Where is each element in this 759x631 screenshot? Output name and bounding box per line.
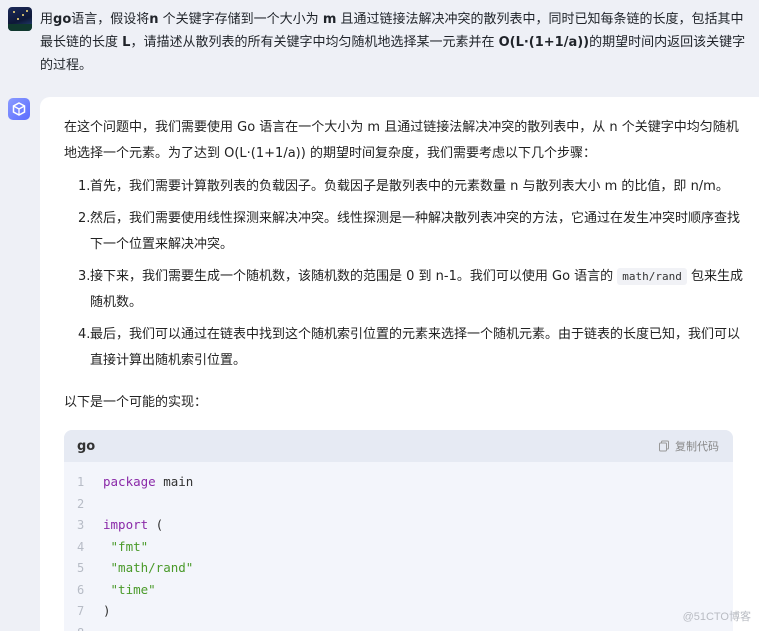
code-keyword: import	[103, 517, 149, 532]
step-number: 3.	[78, 269, 91, 284]
code-string: "fmt"	[103, 538, 149, 554]
star-dot	[22, 14, 24, 16]
step-text: 然后，我们需要使用线性探测来解决冲突。线性探测是一种解决散列表冲突的方法，它通过…	[90, 211, 741, 252]
code-line: 7)	[64, 600, 733, 622]
watermark: @51CTO博客	[682, 611, 751, 623]
step-number: 4.	[78, 327, 91, 342]
line-number: 1	[77, 475, 85, 489]
code-line: 8	[64, 622, 733, 631]
user-message-row: 用go语言，假设将n 个关键字存储到一个大小为 m 且通过链接法解决冲突的散列表…	[0, 0, 759, 92]
line-number: 4	[77, 539, 85, 554]
code-block: go 复制代码 1 package main 2 3 import (4 "fmt" 5 …	[64, 430, 733, 631]
line-number: 5	[77, 561, 85, 575]
code-token: main	[155, 474, 194, 489]
code-line: 4 "fmt"	[64, 536, 733, 558]
step-number: 1.	[78, 179, 91, 194]
step-text: 最后，我们可以通过在链表中找到这个随机索引位置的元素来选择一个随机元素。由于链表…	[90, 327, 741, 368]
list-item: 1. 首先，我们需要计算散列表的负载因子。负载因子是散列表中的元素数量 n 与散…	[64, 174, 744, 200]
implementation-label: 以下是一个可能的实现：	[64, 395, 208, 410]
star-dot	[26, 10, 28, 12]
code-token: (	[148, 517, 164, 532]
code-header: go 复制代码	[64, 430, 733, 462]
user-text-bold: m	[322, 12, 337, 27]
code-string: "math/rand"	[103, 560, 194, 575]
line-number: 7	[77, 604, 85, 618]
code-body[interactable]: 1 package main 2 3 import (4 "fmt" 5 "math/ra…	[64, 462, 733, 631]
cube-logo-icon	[12, 102, 26, 116]
inline-code: math/rand	[617, 268, 687, 285]
step-text: 首先，我们需要计算散列表的负载因子。负载因子是散列表中的元素数量 n 与散列表大…	[90, 179, 729, 194]
copy-icon	[659, 440, 669, 452]
line-number: 6	[77, 582, 85, 597]
code-keyword: package	[103, 474, 156, 489]
code-line: 2	[64, 493, 733, 515]
code-line: 1 package main	[64, 471, 733, 493]
user-text-bold: go	[53, 12, 72, 27]
list-item: 3. 接下来，我们需要生成一个随机数，该随机数的范围是 0 到 n-1。我们可以…	[64, 264, 744, 316]
steps-list: 1. 首先，我们需要计算散列表的负载因子。负载因子是散列表中的元素数量 n 与散…	[64, 174, 744, 380]
list-item: 2. 然后，我们需要使用线性探测来解决冲突。线性探测是一种解决散列表冲突的方法，…	[64, 206, 744, 258]
user-message-text: 用go语言，假设将n 个关键字存储到一个大小为 m 且通过链接法解决冲突的散列表…	[40, 8, 755, 77]
step-number: 2.	[78, 211, 91, 226]
user-avatar[interactable]	[8, 7, 32, 31]
user-text-segment: 用	[40, 12, 54, 27]
user-text-segment: 个关键字存储到一个大小为	[158, 12, 323, 27]
code-language: go	[77, 438, 96, 454]
star-dot	[17, 18, 19, 20]
star-dot	[13, 11, 15, 13]
list-item: 4. 最后，我们可以通过在链表中找到这个随机索引位置的元素来选择一个随机元素。由…	[64, 322, 744, 374]
line-number: 3	[77, 518, 85, 532]
copy-code-button[interactable]: 复制代码	[658, 438, 719, 454]
user-text-bold: O(L·(1+1/a))	[498, 35, 590, 50]
answer-intro: 在这个问题中，我们需要使用 Go 语言在一个大小为 m 且通过链接法解决冲突的散…	[64, 120, 739, 161]
ai-answer-card: 在这个问题中，我们需要使用 Go 语言在一个大小为 m 且通过链接法解决冲突的散…	[40, 97, 759, 631]
code-line: 5 "math/rand"	[64, 557, 733, 579]
code-token: )	[103, 603, 111, 618]
ai-avatar	[8, 98, 30, 120]
user-text-segment: 语言，假设将	[71, 12, 150, 27]
user-text-bold: n	[149, 12, 159, 27]
step-text: 接下来，我们需要生成一个随机数，该随机数的范围是 0 到 n-1。我们可以使用 …	[90, 269, 618, 284]
code-line: 6 "time"	[64, 579, 733, 601]
line-number: 2	[77, 496, 85, 511]
avatar-ground	[8, 24, 32, 31]
code-string: "time"	[103, 581, 156, 597]
line-number: 8	[64, 623, 103, 631]
user-text-segment: ，请描述从散列表的所有关键字中均匀随机地选择某一元素并在	[130, 35, 499, 50]
copy-label: 复制代码	[675, 440, 719, 453]
code-line: 3 import (	[64, 514, 733, 536]
